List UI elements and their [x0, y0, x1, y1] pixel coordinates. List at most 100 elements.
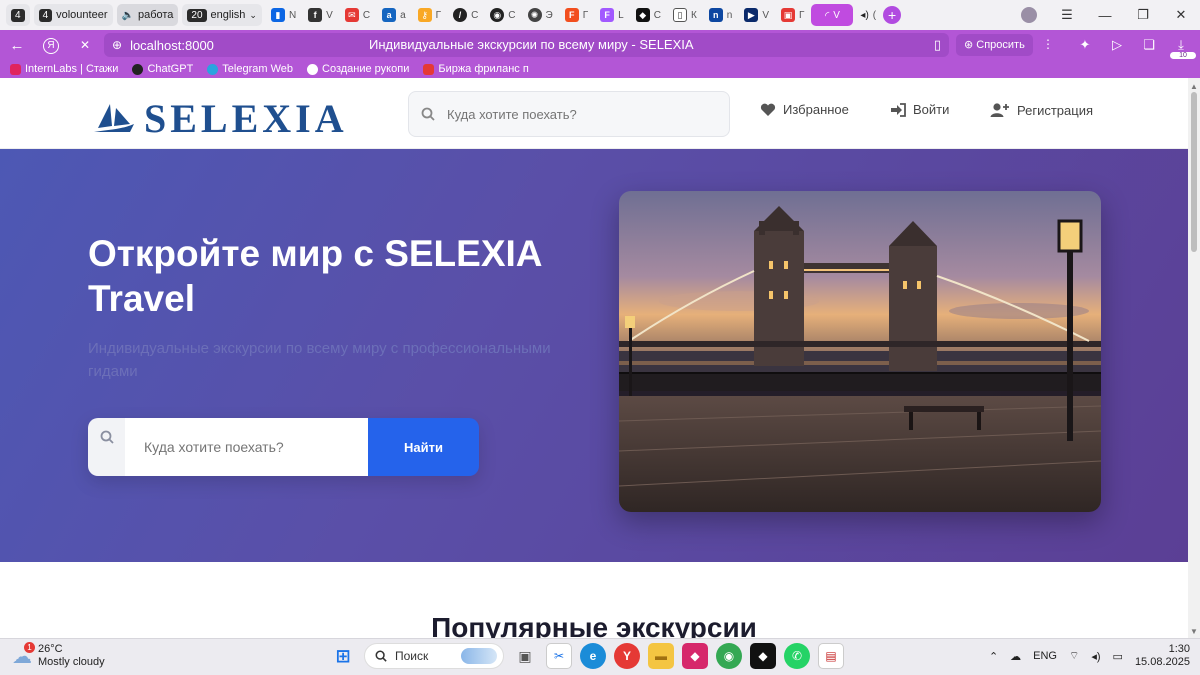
search-icon [421, 107, 435, 121]
tab-trello[interactable]: ▮ N [266, 4, 301, 26]
tab-cube[interactable]: ◆ С [631, 4, 666, 26]
battery-icon[interactable]: ▭ [1113, 650, 1123, 663]
tab-key[interactable]: ⚷ Г [413, 4, 446, 26]
tab-document[interactable]: ▯ К [668, 4, 702, 26]
collections-icon[interactable]: ❏ [1136, 37, 1162, 53]
menu-icon[interactable]: ☰ [1048, 7, 1086, 23]
nav-register[interactable]: Регистрация [990, 102, 1093, 118]
weather-temp: 26°C [38, 643, 63, 655]
window-controls: ☰ — ❐ ✕ [1010, 0, 1200, 30]
chrome-icon[interactable]: ◉ [716, 643, 742, 669]
speaker-icon: 🔈 [121, 9, 134, 21]
stop-loading-button[interactable]: ✕ [68, 38, 102, 52]
bookmark-internlabs[interactable]: InternLabs | Стажи [10, 63, 118, 75]
profile-avatar[interactable] [1010, 7, 1048, 24]
tab-mail[interactable]: ✉ C [340, 4, 375, 26]
cloud-sync-icon[interactable]: ☁ [1010, 650, 1021, 663]
nav-login-label: Войти [913, 102, 950, 117]
tab-group-count: 20 [187, 8, 207, 22]
minimize-button[interactable]: — [1086, 8, 1124, 23]
chevron-up-icon[interactable]: ⌃ [989, 650, 998, 663]
tab-openai[interactable]: ✺ Э [523, 4, 558, 26]
terminal-app-icon[interactable]: ◆ [750, 643, 776, 669]
nav-favorites[interactable]: Избранное [760, 102, 849, 117]
file-explorer-icon[interactable]: ▬ [648, 643, 674, 669]
tab-facebook[interactable]: fV [303, 4, 338, 26]
page-scrollbar[interactable]: ▲ ▼ [1188, 78, 1200, 638]
compass-icon: / [453, 8, 468, 22]
tab-audio[interactable]: ◂)( [855, 4, 881, 26]
bookmark-chatgpt[interactable]: ChatGPT [132, 63, 193, 75]
whatsapp-icon[interactable]: ✆ [784, 643, 810, 669]
ask-ai-button[interactable]: ⊛ Спросить [956, 34, 1033, 56]
system-tray: ⌃ ☁ ENG ⌔ ◂) ▭ 1:30 15.08.2025 [989, 643, 1190, 669]
taskbar-search[interactable]: Поиск [364, 643, 504, 669]
video-icon: ▶ [744, 8, 759, 22]
openai-icon: ✺ [527, 8, 542, 22]
scroll-down-icon[interactable]: ▼ [1190, 627, 1198, 636]
nav-login[interactable]: Войти [890, 102, 949, 117]
tab-figma-2[interactable]: FL [595, 4, 629, 26]
bookmark-telegram[interactable]: Telegram Web [207, 63, 293, 75]
url-text[interactable]: localhost:8000 [130, 38, 214, 53]
cube-icon: ◆ [635, 8, 650, 22]
language-indicator[interactable]: ENG [1033, 650, 1057, 662]
wifi-icon[interactable]: ⌔ [1069, 649, 1079, 663]
tab-a[interactable]: aa [377, 4, 411, 26]
media-play-icon[interactable]: ▷ [1104, 37, 1130, 53]
tab-group-english[interactable]: 20 english ⌄ [182, 4, 262, 26]
scroll-up-icon[interactable]: ▲ [1190, 82, 1198, 91]
tab-video[interactable]: ▶ V [739, 4, 774, 26]
telegram-icon [207, 63, 219, 75]
scroll-thumb[interactable] [1191, 92, 1197, 252]
extensions-icon[interactable]: ✦ [1072, 37, 1098, 53]
hero-search-button[interactable]: Найти [368, 418, 479, 476]
tab-gift[interactable]: ▣ Г [776, 4, 809, 26]
tab-n[interactable]: nn [704, 4, 738, 26]
trello-icon: ▮ [270, 8, 285, 22]
task-view-icon[interactable]: ▣ [512, 643, 538, 669]
search-icon [100, 430, 114, 444]
freelance-icon [423, 63, 435, 75]
tab-compass[interactable]: / С [448, 4, 483, 26]
ask-icon: ⊛ [964, 39, 977, 51]
maximize-button[interactable]: ❐ [1124, 7, 1162, 23]
bookmark-icon[interactable]: ▯ [934, 37, 941, 53]
tab-current[interactable]: ◜ V [811, 4, 854, 26]
bookmark-manuscript[interactable]: Создание рукопи [307, 63, 409, 75]
user-plus-icon [990, 103, 1009, 117]
site-logo[interactable]: SELEXIA [90, 95, 348, 142]
url-field[interactable]: ⊕ localhost:8000 Индивидуальные экскурси… [104, 33, 949, 57]
tab-group-count: 4 [11, 8, 25, 22]
new-tab-button[interactable]: + [883, 6, 902, 24]
header-search[interactable] [408, 91, 730, 137]
header-search-input[interactable] [447, 106, 707, 122]
nav-favorites-label: Избранное [783, 102, 849, 117]
close-window-button[interactable]: ✕ [1162, 7, 1200, 23]
weather-widget[interactable]: ☁ 1 26°C Mostly cloudy [12, 641, 105, 669]
tab-group-rabota[interactable]: 🔈 работа [116, 4, 179, 26]
heart-icon [760, 103, 776, 116]
clock[interactable]: 1:30 15.08.2025 [1135, 643, 1190, 669]
loading-spinner-icon: ◜ [824, 9, 830, 22]
tab-group-1[interactable]: 4 [6, 4, 30, 26]
downloads-icon[interactable]: ⤓ 10 [1168, 37, 1196, 59]
tab-figma-1[interactable]: FГ [560, 4, 593, 26]
hero-search-input[interactable] [125, 418, 368, 476]
jetbrains-icon[interactable]: ◆ [682, 643, 708, 669]
facebook-icon: f [308, 8, 323, 22]
cloudy-weather-icon: ☁ 1 [12, 641, 35, 669]
address-bar-tools: ✦ ▷ ❏ ⤓ 10 [1072, 30, 1196, 60]
yandex-browser-icon[interactable]: Y [614, 643, 640, 669]
store-app-icon[interactable]: ▤ [818, 643, 844, 669]
back-button[interactable]: ← [0, 37, 34, 54]
bookmark-freelance[interactable]: Биржа фриланс п [423, 63, 529, 75]
tab-group-volounteer[interactable]: 4 volounteer [33, 4, 113, 26]
yandex-home-button[interactable]: Я [34, 37, 68, 54]
snipping-tool-icon[interactable]: ✂ [546, 643, 572, 669]
edge-icon[interactable]: e [580, 643, 606, 669]
volume-icon[interactable]: ◂) [1091, 650, 1100, 663]
ask-more-icon[interactable]: ⋮ [1042, 37, 1054, 51]
start-button[interactable]: ⊞ [330, 643, 356, 669]
tab-github[interactable]: ◉ С [485, 4, 520, 26]
